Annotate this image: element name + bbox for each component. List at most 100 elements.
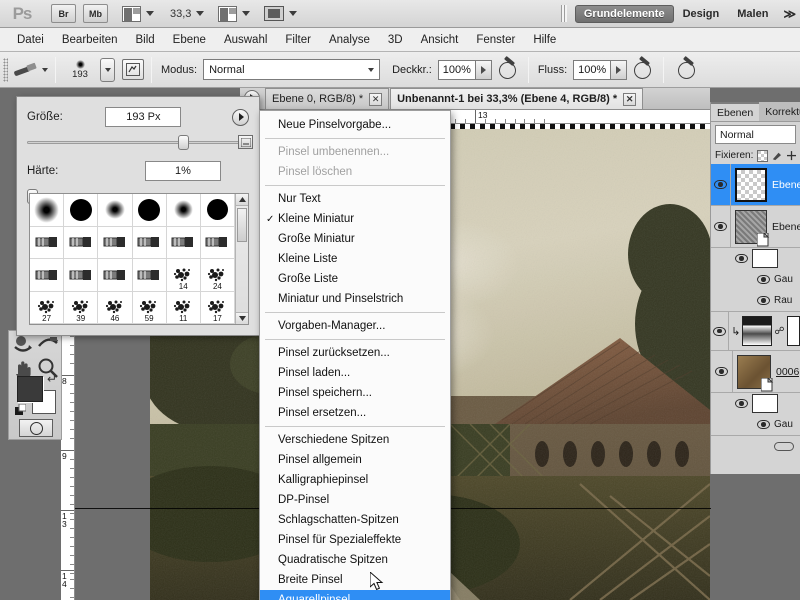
brush-preset-cell[interactable]: 27 <box>30 291 65 324</box>
link-icon[interactable]: ☍ <box>774 326 784 337</box>
layer-visibility-toggle[interactable] <box>711 164 732 205</box>
menu-auswahl[interactable]: Auswahl <box>215 28 276 52</box>
menu-analyse[interactable]: Analyse <box>320 28 379 52</box>
view-extras-chevron-icon[interactable] <box>146 11 154 16</box>
brush-preset-grid[interactable]: 14 24 27 39 46 59 11 17 <box>29 193 249 325</box>
context-menu-item[interactable]: Kleine Liste <box>260 249 450 269</box>
mini-bridge-button[interactable]: Mb <box>83 4 108 23</box>
zoom-level-value[interactable]: 33,3 <box>170 8 191 20</box>
menu-3d[interactable]: 3D <box>379 28 412 52</box>
context-menu-item[interactable]: Quadratische Spitzen <box>260 550 450 570</box>
airbrush-toggle-icon[interactable] <box>634 60 656 80</box>
workspace-grip[interactable] <box>560 5 567 22</box>
scroll-up-icon[interactable] <box>236 194 248 206</box>
gradient-map-thumbnail[interactable] <box>742 316 773 346</box>
context-menu-item[interactable]: Große Liste <box>260 269 450 289</box>
context-menu-item[interactable]: Breite Pinsel <box>260 570 450 590</box>
brush-preset-cell[interactable]: 11 <box>166 291 201 324</box>
brush-preset-cell[interactable] <box>200 226 235 259</box>
workspace-malen[interactable]: Malen <box>728 5 777 23</box>
context-menu-item[interactable]: Schlagschatten-Spitzen <box>260 510 450 530</box>
brush-preset-cell[interactable] <box>30 194 65 227</box>
tab-ebenen[interactable]: Ebenen <box>711 102 760 121</box>
layer-effect-row-2[interactable]: Rau <box>711 290 800 311</box>
menu-ebene[interactable]: Ebene <box>164 28 215 52</box>
brush-preset-cell[interactable]: 17 <box>200 291 235 324</box>
scrollbar-thumb[interactable] <box>237 208 247 242</box>
brush-size-input[interactable]: 193 Px <box>105 107 182 127</box>
document-tab-2[interactable]: Unbenannt-1 bei 33,3% (Ebene 4, RGB/8) *… <box>390 88 644 109</box>
flow-input[interactable]: 100% <box>573 59 612 80</box>
screen-mode-icon[interactable] <box>264 6 285 21</box>
brush-preset-cell[interactable] <box>30 226 65 259</box>
bridge-button[interactable]: Br <box>51 4 76 23</box>
context-menu-item[interactable]: Große Miniatur <box>260 229 450 249</box>
brush-preset-cell[interactable] <box>132 226 167 259</box>
layer-effect-row-1[interactable]: Gau <box>711 269 800 290</box>
layer-effect-row-3[interactable] <box>711 393 800 414</box>
brush-preset-cell[interactable] <box>98 259 133 292</box>
brush-preset-cell[interactable] <box>132 259 167 292</box>
context-menu-item[interactable]: Nur Text <box>260 189 450 209</box>
opacity-stepper[interactable] <box>475 59 492 80</box>
brush-size-flyout-button[interactable] <box>231 108 249 126</box>
tablet-pressure-icon[interactable] <box>678 60 700 80</box>
document-tab-1[interactable]: Ebene 0, RGB/8) * ✕ <box>265 88 390 109</box>
brush-preset-cell[interactable] <box>98 226 133 259</box>
workspace-overflow-icon[interactable]: ≫ <box>783 7 796 21</box>
zoom-level-chevron-icon[interactable] <box>196 11 205 16</box>
brush-preset-cell[interactable] <box>166 194 201 227</box>
layer-visibility-toggle[interactable] <box>711 206 732 247</box>
menu-datei[interactable]: Datei <box>8 28 53 52</box>
brush-hardness-input[interactable]: 1% <box>145 161 221 181</box>
eye-icon[interactable] <box>757 420 770 429</box>
context-menu-item[interactable]: DP-Pinsel <box>260 490 450 510</box>
workspace-design[interactable]: Design <box>674 5 729 23</box>
orbit-3d-icon[interactable] <box>36 334 60 358</box>
brush-preset-cell[interactable] <box>64 194 99 227</box>
layer-row-3[interactable]: 0006 <box>711 351 800 393</box>
lock-image-brush-icon[interactable] <box>772 150 783 162</box>
context-menu-item[interactable]: Verschiedene Spitzen <box>260 430 450 450</box>
scroll-down-icon[interactable] <box>236 312 248 324</box>
layer-thumbnail[interactable] <box>737 354 774 391</box>
toggle-brush-panel-button[interactable] <box>122 59 144 80</box>
swap-colors-icon[interactable]: ↵ <box>47 372 57 386</box>
layer-thumbnail[interactable] <box>735 167 768 202</box>
flow-stepper[interactable] <box>611 59 628 80</box>
brush-popup-menu-button[interactable] <box>238 135 253 149</box>
view-extras-icon[interactable] <box>122 5 141 22</box>
adjustment-mask-thumbnail[interactable] <box>786 316 800 346</box>
brush-size-slider[interactable] <box>27 135 249 150</box>
arrange-documents-icon[interactable] <box>218 5 238 22</box>
menu-hilfe[interactable]: Hilfe <box>524 28 565 52</box>
brush-preset-cell[interactable]: 46 <box>98 291 133 324</box>
close-icon[interactable]: ✕ <box>369 92 383 106</box>
brush-tool-chevron-icon[interactable] <box>42 67 48 72</box>
brush-preset-cell[interactable] <box>166 226 201 259</box>
eye-icon[interactable] <box>735 399 748 408</box>
brush-tool-icon[interactable] <box>12 60 38 80</box>
layer-row-2[interactable]: ↳ ☍ <box>711 311 800 351</box>
screen-mode-chevron-icon[interactable] <box>289 11 298 16</box>
menu-bearbeiten[interactable]: Bearbeiten <box>53 28 127 52</box>
context-menu-item[interactable]: Pinsel allgemein <box>260 450 450 470</box>
context-menu-item[interactable]: Neue Pinselvorgabe... <box>260 115 450 135</box>
menu-ansicht[interactable]: Ansicht <box>412 28 468 52</box>
context-menu-item[interactable]: Aquarellpinsel <box>260 590 450 600</box>
layer-thumbnail[interactable] <box>735 209 770 246</box>
context-menu-item[interactable]: Vorgaben-Manager... <box>260 316 450 336</box>
options-bar-grip[interactable] <box>3 57 8 82</box>
layer-visibility-toggle[interactable] <box>711 351 733 392</box>
layer-mask-thumbnail[interactable] <box>752 249 778 268</box>
layer-mask-thumbnail[interactable] <box>752 394 778 413</box>
context-menu-item[interactable]: Pinsel ersetzen... <box>260 403 450 423</box>
tab-korrekturen[interactable]: Korrektu <box>759 102 800 121</box>
layer-effect-row-0[interactable] <box>711 248 800 269</box>
workspace-grundelemente[interactable]: Grundelemente <box>574 4 674 23</box>
context-menu-item[interactable]: ✓ Kleine Miniatur <box>260 209 450 229</box>
brush-preset-cell[interactable] <box>64 259 99 292</box>
brush-preset-cell[interactable] <box>64 226 99 259</box>
context-menu-item[interactable]: Pinsel speichern... <box>260 383 450 403</box>
brush-preset-picker[interactable]: 193 <box>63 59 97 80</box>
